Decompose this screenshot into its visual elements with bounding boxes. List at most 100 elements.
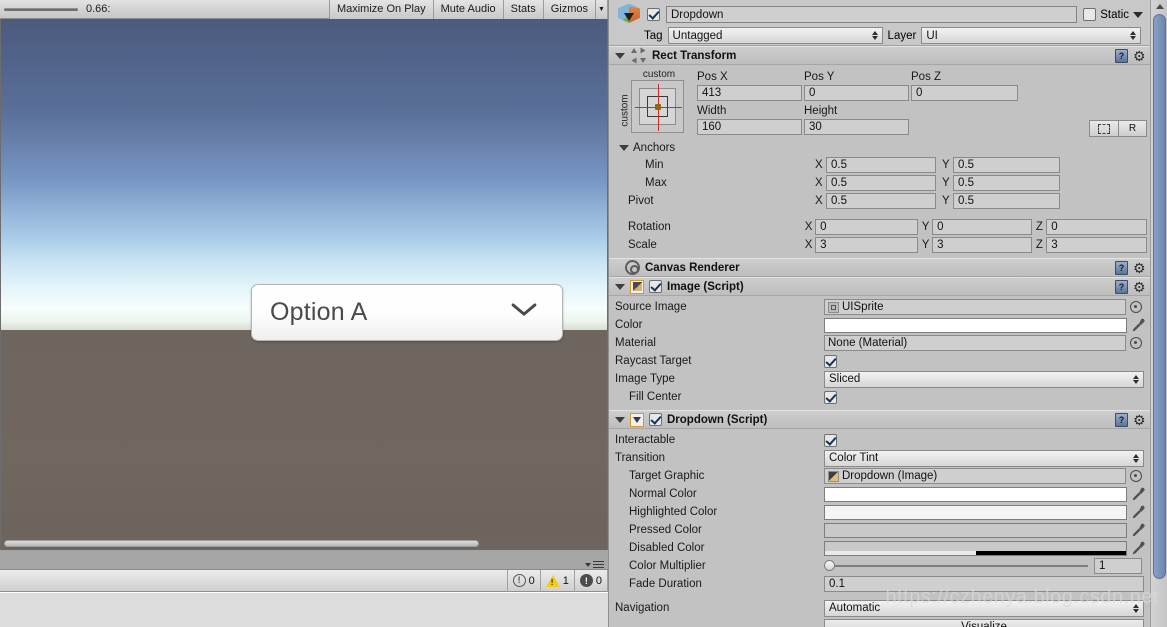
blueprint-mode-button[interactable] [1089, 120, 1118, 137]
pos-x-input[interactable]: 413 [697, 85, 802, 101]
transition-dropdown[interactable]: Color Tint [824, 449, 1144, 467]
rotation-z-input[interactable]: 0 [1046, 219, 1147, 235]
scale-x-input[interactable]: 3 [815, 237, 918, 253]
anchor-max-x-input[interactable]: 0.5 [826, 175, 936, 191]
gizmos-button[interactable]: Gizmos [542, 0, 595, 19]
dropdown-ui-widget[interactable]: Option A [251, 284, 563, 341]
raycast-target-checkbox[interactable] [824, 354, 837, 368]
image-color-swatch[interactable] [824, 317, 1127, 333]
navigation-dropdown[interactable]: Automatic [824, 599, 1144, 617]
image-type-dropdown[interactable]: Sliced [824, 370, 1144, 388]
pos-z-value: 0 [916, 87, 923, 99]
console-error-count[interactable]: ! 0 [573, 569, 608, 592]
console-warning-count[interactable]: 1 [539, 569, 574, 592]
pos-y-input[interactable]: 0 [804, 85, 909, 101]
stats-button[interactable]: Stats [502, 0, 543, 19]
scale-slider-track[interactable] [4, 7, 78, 11]
width-input[interactable]: 160 [697, 119, 802, 135]
console-log-area[interactable] [0, 592, 608, 627]
static-checkbox[interactable] [1083, 8, 1097, 21]
visualize-button[interactable]: Visualize [824, 618, 1144, 627]
anchor-preset-graphic-icon[interactable] [631, 80, 684, 133]
fill-center-checkbox[interactable] [824, 390, 837, 404]
dropdown-script-enabled-checkbox[interactable] [649, 413, 662, 426]
help-icon[interactable]: ? [1115, 413, 1128, 427]
color-multiplier-label: Color Multiplier [629, 560, 706, 572]
highlighted-color-swatch[interactable] [824, 504, 1127, 520]
gizmos-dropdown-arrow-icon[interactable]: ▼ [595, 0, 608, 19]
pivot-y-input[interactable]: 0.5 [953, 193, 1060, 209]
gear-icon[interactable] [1133, 280, 1147, 294]
game-view-canvas[interactable]: Option A [0, 19, 608, 550]
anchor-min-x-input[interactable]: 0.5 [826, 157, 936, 173]
gameobject-name-input[interactable]: Dropdown [666, 6, 1078, 23]
anchor-max-y-axis: Y [942, 177, 950, 189]
color-multiplier-slider[interactable] [824, 560, 1094, 571]
normal-color-swatch[interactable] [824, 486, 1127, 502]
eyedropper-icon[interactable] [1131, 523, 1145, 538]
dropdown-script-header[interactable]: Dropdown (Script) ? [609, 410, 1151, 429]
scale-slider[interactable] [4, 7, 78, 11]
inspector-scrollbar[interactable] [1150, 0, 1167, 627]
scale-z-input[interactable]: 3 [1046, 237, 1147, 253]
rotation-y-input[interactable]: 0 [932, 219, 1032, 235]
maximize-on-play-button[interactable]: Maximize On Play [328, 0, 433, 19]
eyedropper-icon[interactable] [1131, 541, 1145, 556]
gameobject-active-checkbox[interactable] [647, 8, 660, 21]
image-script-enabled-checkbox[interactable] [649, 280, 662, 293]
gear-icon[interactable] [1133, 49, 1147, 63]
object-picker-icon[interactable] [1130, 337, 1142, 349]
raw-edit-mode-button[interactable]: R [1118, 120, 1147, 137]
rect-transform-header[interactable]: Rect Transform ? [609, 46, 1151, 65]
scroll-up-arrow-icon[interactable] [1156, 4, 1164, 9]
anchor-max-y-input[interactable]: 0.5 [953, 175, 1060, 191]
pivot-x-input[interactable]: 0.5 [826, 193, 936, 209]
anchor-min-y-input[interactable]: 0.5 [953, 157, 1060, 173]
interactable-checkbox[interactable] [824, 433, 837, 447]
image-script-header[interactable]: Image (Script) ? [609, 277, 1151, 296]
scale-y-axis: Y [921, 239, 930, 251]
image-script-foldout-icon[interactable] [615, 283, 625, 290]
layer-dropdown[interactable]: UI [921, 27, 1142, 44]
object-picker-icon[interactable] [1130, 470, 1142, 482]
rotation-x-input[interactable]: 0 [815, 219, 918, 235]
console-info-count[interactable]: ! 0 [506, 569, 540, 592]
gear-icon[interactable] [1133, 413, 1147, 427]
help-icon[interactable]: ? [1115, 261, 1128, 275]
material-input[interactable]: None (Material) [824, 335, 1126, 351]
help-icon[interactable]: ? [1115, 49, 1128, 63]
height-input[interactable]: 30 [804, 119, 909, 135]
target-graphic-input[interactable]: Dropdown (Image) [824, 468, 1126, 484]
color-multiplier-input[interactable]: 1 [1094, 558, 1142, 574]
game-view-hscrollbar-thumb[interactable] [4, 540, 479, 547]
tag-dropdown[interactable]: Untagged [667, 27, 883, 44]
fade-duration-input[interactable]: 0.1 [824, 576, 1144, 592]
object-picker-icon[interactable] [1130, 301, 1142, 313]
console-menu-icon[interactable] [585, 561, 604, 569]
rotation-label: Rotation [628, 221, 671, 233]
pos-y-value: 0 [809, 87, 816, 99]
rotation-x-axis: X [804, 221, 813, 233]
inspector-scrollbar-thumb[interactable] [1153, 14, 1166, 579]
pos-z-input[interactable]: 0 [911, 85, 1018, 101]
game-view-hscrollbar[interactable] [1, 537, 607, 550]
material-label: Material [615, 337, 656, 349]
disabled-color-swatch[interactable] [824, 540, 1127, 556]
eyedropper-icon[interactable] [1131, 318, 1145, 333]
eyedropper-icon[interactable] [1131, 505, 1145, 520]
pressed-color-swatch[interactable] [824, 522, 1127, 538]
scale-label: Scale [628, 239, 657, 251]
anchor-preset-widget[interactable]: custom custom [615, 69, 691, 137]
static-dropdown-arrow-icon[interactable] [1133, 11, 1143, 18]
rect-transform-foldout-icon[interactable] [615, 52, 625, 59]
eyedropper-icon[interactable] [1131, 487, 1145, 502]
anchors-foldout-icon[interactable] [619, 144, 629, 151]
anchor-max-row: Max X 0.5 Y 0.5 [609, 174, 1151, 192]
dropdown-script-foldout-icon[interactable] [615, 416, 625, 423]
mute-audio-button[interactable]: Mute Audio [432, 0, 503, 19]
scale-y-input[interactable]: 3 [932, 237, 1032, 253]
help-icon[interactable]: ? [1115, 280, 1128, 294]
gear-icon[interactable] [1133, 261, 1147, 275]
source-image-input[interactable]: UISprite [824, 299, 1126, 315]
canvas-renderer-header[interactable]: Canvas Renderer ? [609, 258, 1151, 277]
